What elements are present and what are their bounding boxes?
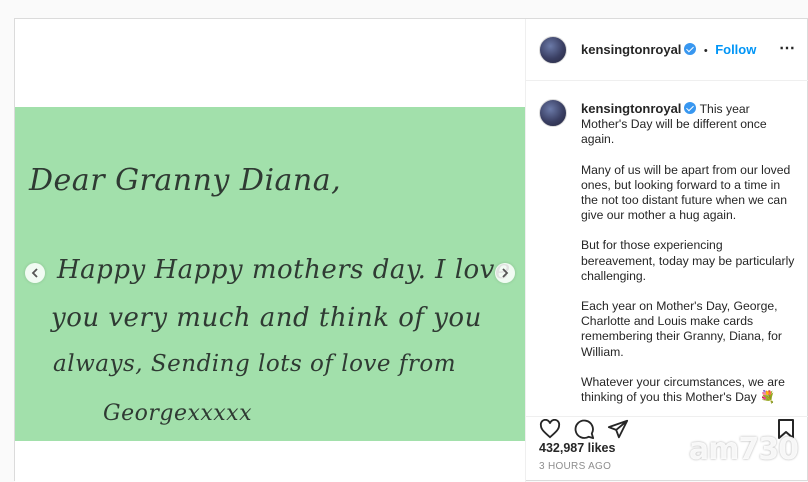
follow-button[interactable]: Follow: [715, 42, 756, 57]
card-line-5: Georgexxxxx: [103, 401, 252, 426]
heart-icon[interactable]: [539, 419, 561, 439]
header-username[interactable]: kensingtonroyal: [581, 42, 681, 57]
more-options-icon: ⋯: [779, 40, 795, 57]
caption-username[interactable]: kensingtonroyal: [581, 101, 681, 116]
caption-paragraph: But for those experiencing bereavement, …: [581, 238, 795, 283]
share-icon[interactable]: [607, 418, 629, 440]
instagram-post: Dear Granny Diana, Happy Happy mothers d…: [14, 18, 808, 482]
header-user-row: kensingtonroyal • Follow: [581, 41, 756, 59]
watermark-logo: am730: [688, 432, 799, 467]
comment-icon[interactable]: [573, 418, 595, 440]
avatar[interactable]: [539, 36, 567, 64]
post-media: Dear Granny Diana, Happy Happy mothers d…: [15, 19, 526, 482]
likes-count[interactable]: 432,987 likes: [539, 441, 615, 455]
caption-first-paragraph: kensingtonroyal This year Mother's Day w…: [581, 101, 795, 148]
more-options-button[interactable]: ⋯: [779, 38, 795, 58]
chevron-right-icon: [502, 268, 509, 278]
verified-badge-icon: [684, 43, 697, 55]
caption-text: kensingtonroyal This year Mother's Day w…: [581, 101, 795, 416]
caption-paragraph: Many of us will be apart from our loved …: [581, 162, 791, 223]
card-line-2: Happy Happy mothers day. I love: [57, 255, 511, 285]
chevron-left-icon: [31, 268, 38, 278]
post-timestamp[interactable]: 3 HOURS AGO: [539, 461, 611, 472]
previous-slide-button[interactable]: [25, 263, 45, 283]
separator-dot: •: [703, 45, 708, 57]
card-line-4: always, Sending lots of love from: [53, 351, 457, 377]
next-slide-button[interactable]: [495, 263, 515, 283]
verified-badge-icon: [684, 102, 697, 114]
post-header: kensingtonroyal • Follow ⋯: [525, 19, 808, 81]
post-sidebar: kensingtonroyal • Follow ⋯ kensingtonroy…: [525, 19, 808, 482]
caption-paragraph: Each year on Mother's Day, George, Charl…: [581, 299, 782, 359]
caption-avatar[interactable]: [539, 99, 567, 127]
handwritten-card: Dear Granny Diana, Happy Happy mothers d…: [15, 107, 525, 441]
caption-area: kensingtonroyal This year Mother's Day w…: [525, 81, 808, 417]
card-line-1: Dear Granny Diana,: [29, 163, 342, 198]
caption-paragraph: Whatever your circumstances, we are thin…: [581, 374, 785, 405]
card-line-3: you very much and think of you: [51, 303, 482, 333]
